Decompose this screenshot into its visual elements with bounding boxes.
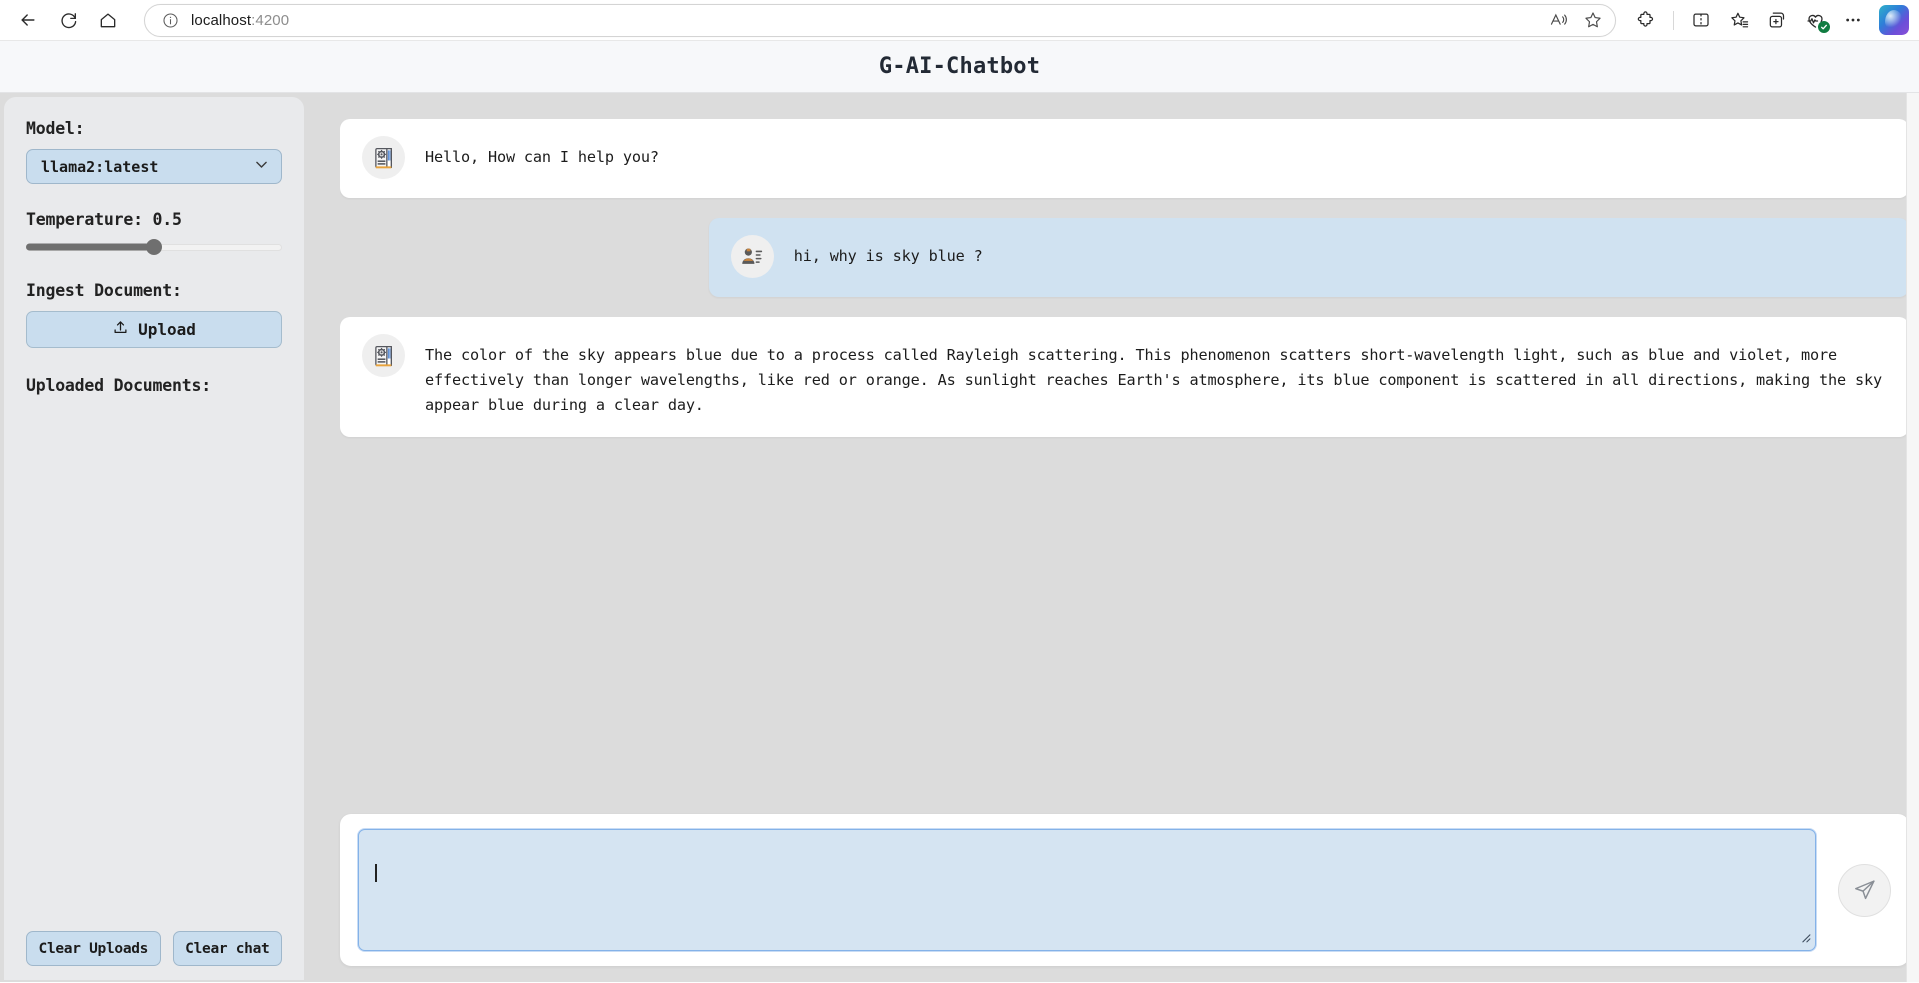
chat-message-bot: Hello, How can I help you? <box>340 119 1909 198</box>
chat-message-user: hi, why is sky blue ? <box>340 218 1909 297</box>
toolbar-divider <box>1673 10 1674 30</box>
text-caret <box>375 864 377 882</box>
book-gear-icon <box>362 334 405 377</box>
site-info-icon[interactable] <box>159 9 181 31</box>
favorite-star-icon[interactable] <box>1577 5 1609 35</box>
uploaded-documents-list <box>26 395 282 931</box>
message-text: hi, why is sky blue ? <box>793 247 983 265</box>
copilot-icon[interactable] <box>1879 5 1909 35</box>
message-text: Hello, How can I help you? <box>425 148 659 166</box>
message-bubble: Hello, How can I help you? <box>340 119 1909 198</box>
chat-column: Hello, How can I help you? hi, why is sk… <box>304 93 1919 982</box>
ingest-document-label: Ingest Document: <box>26 281 182 300</box>
upload-button[interactable]: Upload <box>26 311 282 348</box>
message-bubble: The color of the sky appears blue due to… <box>340 317 1909 437</box>
clear-chat-button[interactable]: Clear chat <box>172 931 282 966</box>
chat-message-bot: The color of the sky appears blue due to… <box>340 317 1909 437</box>
status-check-badge <box>1818 21 1830 33</box>
book-gear-icon <box>362 136 405 179</box>
message-text: The color of the sky appears blue due to… <box>425 346 1882 414</box>
temperature-slider[interactable] <box>26 239 282 255</box>
url-port: :4200 <box>251 11 290 29</box>
app-body: Model: llama2:latest Temperature: 0.5 In… <box>0 93 1919 982</box>
app-header: G-AI-Chatbot <box>0 41 1919 93</box>
slider-fill <box>26 243 154 251</box>
upload-icon <box>112 319 129 340</box>
message-input[interactable] <box>358 829 1816 951</box>
back-button[interactable] <box>10 2 46 38</box>
url-host: localhost <box>191 11 252 29</box>
model-select[interactable]: llama2:latest <box>26 149 282 184</box>
send-button[interactable] <box>1838 863 1891 917</box>
browser-toolbar: localhost:4200 <box>0 0 1919 41</box>
temperature-label: Temperature: 0.5 <box>26 210 182 229</box>
temperature-slider-row[interactable] <box>26 239 282 255</box>
contact-card-icon <box>730 235 774 278</box>
refresh-button[interactable] <box>50 2 86 38</box>
read-aloud-icon[interactable] <box>1543 5 1575 35</box>
url-text: localhost:4200 <box>191 12 1543 29</box>
home-button[interactable] <box>90 2 126 38</box>
sidebar: Model: llama2:latest Temperature: 0.5 In… <box>4 97 304 980</box>
message-list: Hello, How can I help you? hi, why is sk… <box>340 93 1909 814</box>
sidebar-footer: Clear Uploads Clear chat <box>26 931 282 966</box>
browser-essentials-icon[interactable] <box>1797 4 1833 36</box>
collections-icon[interactable] <box>1759 4 1795 36</box>
uploaded-documents-label: Uploaded Documents: <box>26 376 211 395</box>
clear-uploads-button[interactable]: Clear Uploads <box>26 931 161 966</box>
model-label: Model: <box>26 119 85 138</box>
composer-wrapper <box>340 814 1909 982</box>
extensions-icon[interactable] <box>1628 4 1664 36</box>
favorites-list-icon[interactable] <box>1721 4 1757 36</box>
composer <box>340 814 1909 966</box>
split-screen-icon[interactable] <box>1683 4 1719 36</box>
browser-actions <box>1624 4 1909 36</box>
address-bar[interactable]: localhost:4200 <box>144 3 1616 37</box>
resize-grip-icon[interactable] <box>1798 929 1811 947</box>
model-select-wrapper[interactable]: llama2:latest <box>26 149 282 184</box>
message-bubble: hi, why is sky blue ? <box>708 218 1909 297</box>
slider-thumb[interactable] <box>146 239 162 255</box>
page-scrollbar[interactable] <box>1906 93 1919 982</box>
upload-button-label: Upload <box>138 320 196 339</box>
settings-and-more-icon[interactable] <box>1835 4 1871 36</box>
page-title: G-AI-Chatbot <box>878 54 1041 79</box>
